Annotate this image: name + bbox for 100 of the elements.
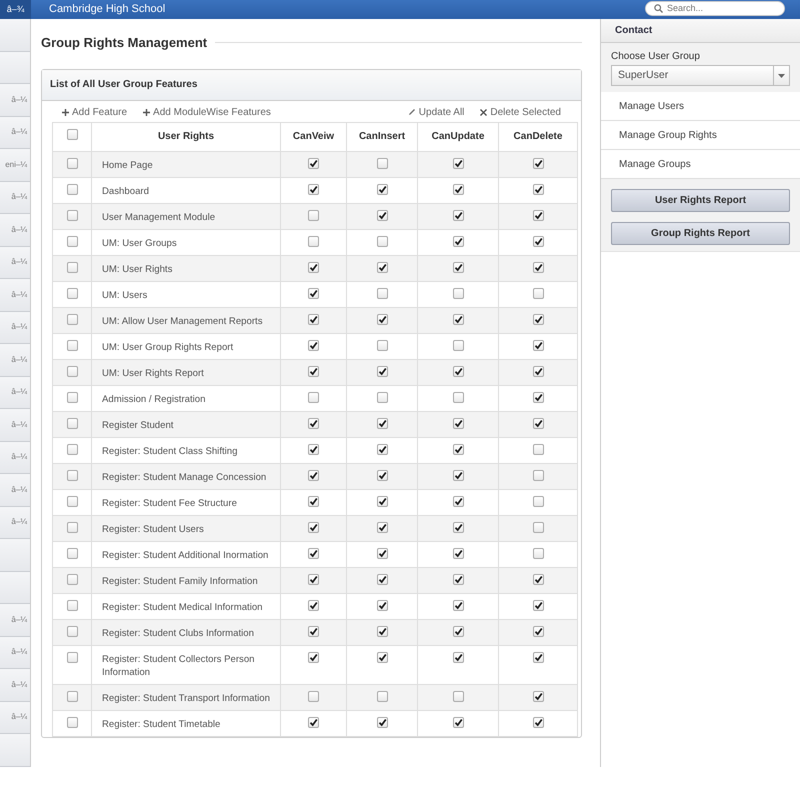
- checkbox[interactable]: [532, 210, 544, 220]
- checkbox[interactable]: [308, 340, 319, 350]
- checkbox[interactable]: [376, 262, 388, 272]
- checkbox[interactable]: [308, 288, 319, 298]
- checkbox[interactable]: [308, 418, 319, 428]
- menu-item[interactable]: eni–¼: [0, 149, 30, 182]
- checkbox[interactable]: [452, 444, 464, 454]
- checkbox[interactable]: [376, 444, 388, 454]
- checkbox[interactable]: [308, 574, 319, 584]
- checkbox[interactable]: [66, 716, 78, 728]
- checkbox[interactable]: [376, 626, 388, 636]
- checkbox[interactable]: [452, 496, 464, 506]
- checkbox[interactable]: [452, 574, 464, 584]
- checkbox[interactable]: [376, 690, 388, 702]
- checkbox[interactable]: [532, 496, 544, 506]
- checkbox[interactable]: [308, 314, 319, 324]
- checkbox[interactable]: [66, 444, 78, 454]
- checkbox[interactable]: [66, 496, 78, 506]
- checkbox[interactable]: [532, 652, 544, 662]
- checkbox[interactable]: [66, 340, 78, 350]
- menu-item[interactable]: â–¼: [0, 84, 30, 116]
- checkbox[interactable]: [308, 184, 319, 194]
- checkbox[interactable]: [376, 716, 388, 728]
- checkbox[interactable]: [452, 158, 464, 168]
- checkbox[interactable]: [66, 652, 78, 662]
- checkbox[interactable]: [532, 288, 544, 298]
- checkbox[interactable]: [376, 600, 388, 610]
- checkbox[interactable]: [66, 366, 78, 376]
- checkbox[interactable]: [66, 288, 78, 298]
- search-input[interactable]: Search...: [667, 2, 767, 16]
- checkbox[interactable]: [532, 522, 544, 532]
- checkbox[interactable]: [308, 522, 319, 532]
- checkbox[interactable]: [308, 690, 319, 702]
- checkbox[interactable]: [452, 262, 464, 272]
- menu-item[interactable]: â–¼: [0, 474, 30, 506]
- checkbox[interactable]: [376, 522, 388, 532]
- checkbox[interactable]: [376, 574, 388, 584]
- checkbox[interactable]: [66, 522, 78, 532]
- toolbar-link[interactable]: Add ModuleWise Features: [143, 104, 271, 120]
- toolbar-link[interactable]: Update All: [408, 104, 464, 120]
- checkbox[interactable]: [452, 470, 464, 480]
- checkbox[interactable]: [308, 444, 319, 454]
- checkbox[interactable]: [376, 288, 388, 298]
- checkbox[interactable]: [66, 129, 78, 140]
- checkbox[interactable]: [452, 210, 464, 220]
- checkbox[interactable]: [376, 652, 388, 662]
- checkbox[interactable]: [308, 158, 319, 168]
- checkbox[interactable]: [66, 236, 78, 246]
- checkbox[interactable]: [308, 652, 319, 662]
- checkbox[interactable]: [532, 314, 544, 324]
- report-button[interactable]: User Rights Report: [611, 189, 790, 212]
- checkbox[interactable]: [308, 262, 319, 272]
- checkbox[interactable]: [532, 444, 544, 454]
- toolbar-link[interactable]: Delete Selected: [480, 104, 561, 120]
- report-button[interactable]: Group Rights Report: [611, 222, 790, 245]
- menu-item[interactable]: â–¼: [0, 344, 30, 376]
- checkbox[interactable]: [452, 548, 464, 558]
- checkbox[interactable]: [66, 548, 78, 558]
- checkbox[interactable]: [452, 716, 464, 728]
- checkbox[interactable]: [452, 600, 464, 610]
- menu-item[interactable]: â–¼: [0, 506, 30, 539]
- checkbox[interactable]: [532, 418, 544, 428]
- checkbox[interactable]: [66, 262, 78, 272]
- checkbox[interactable]: [452, 184, 464, 194]
- checkbox[interactable]: [532, 236, 544, 246]
- checkbox[interactable]: [308, 548, 319, 558]
- checkbox[interactable]: [66, 574, 78, 584]
- checkbox[interactable]: [452, 314, 464, 324]
- menu-item[interactable]: â–¼: [0, 116, 30, 149]
- menu-item[interactable]: â–¼: [0, 279, 30, 312]
- checkbox[interactable]: [66, 690, 78, 702]
- checkbox[interactable]: [376, 184, 388, 194]
- checkbox[interactable]: [376, 470, 388, 480]
- checkbox[interactable]: [66, 392, 78, 402]
- checkbox[interactable]: [452, 366, 464, 376]
- checkbox[interactable]: [66, 210, 78, 220]
- checkbox[interactable]: [308, 600, 319, 610]
- search-field[interactable]: Search...: [645, 1, 785, 16]
- checkbox[interactable]: [532, 184, 544, 194]
- menu-item[interactable]: â–¼: [0, 312, 30, 344]
- checkbox[interactable]: [452, 236, 464, 246]
- checkbox[interactable]: [452, 626, 464, 636]
- checkbox[interactable]: [66, 184, 78, 194]
- checkbox[interactable]: [532, 340, 544, 350]
- checkbox[interactable]: [66, 626, 78, 636]
- checkbox[interactable]: [532, 158, 544, 168]
- checkbox[interactable]: [66, 418, 78, 428]
- checkbox[interactable]: [532, 574, 544, 584]
- menu-item[interactable]: â–¼: [0, 669, 30, 702]
- checkbox[interactable]: [376, 210, 388, 220]
- menu-item[interactable]: â–¼: [0, 442, 30, 474]
- checkbox[interactable]: [452, 522, 464, 532]
- menu-item[interactable]: â–¼: [0, 182, 30, 214]
- toolbar-link[interactable]: Add Feature: [62, 104, 128, 120]
- checkbox[interactable]: [376, 340, 388, 350]
- group-select[interactable]: SuperUser: [611, 65, 790, 86]
- checkbox[interactable]: [452, 690, 464, 702]
- checkbox[interactable]: [308, 210, 319, 220]
- menu-item[interactable]: â–¼: [0, 604, 30, 636]
- checkbox[interactable]: [308, 470, 319, 480]
